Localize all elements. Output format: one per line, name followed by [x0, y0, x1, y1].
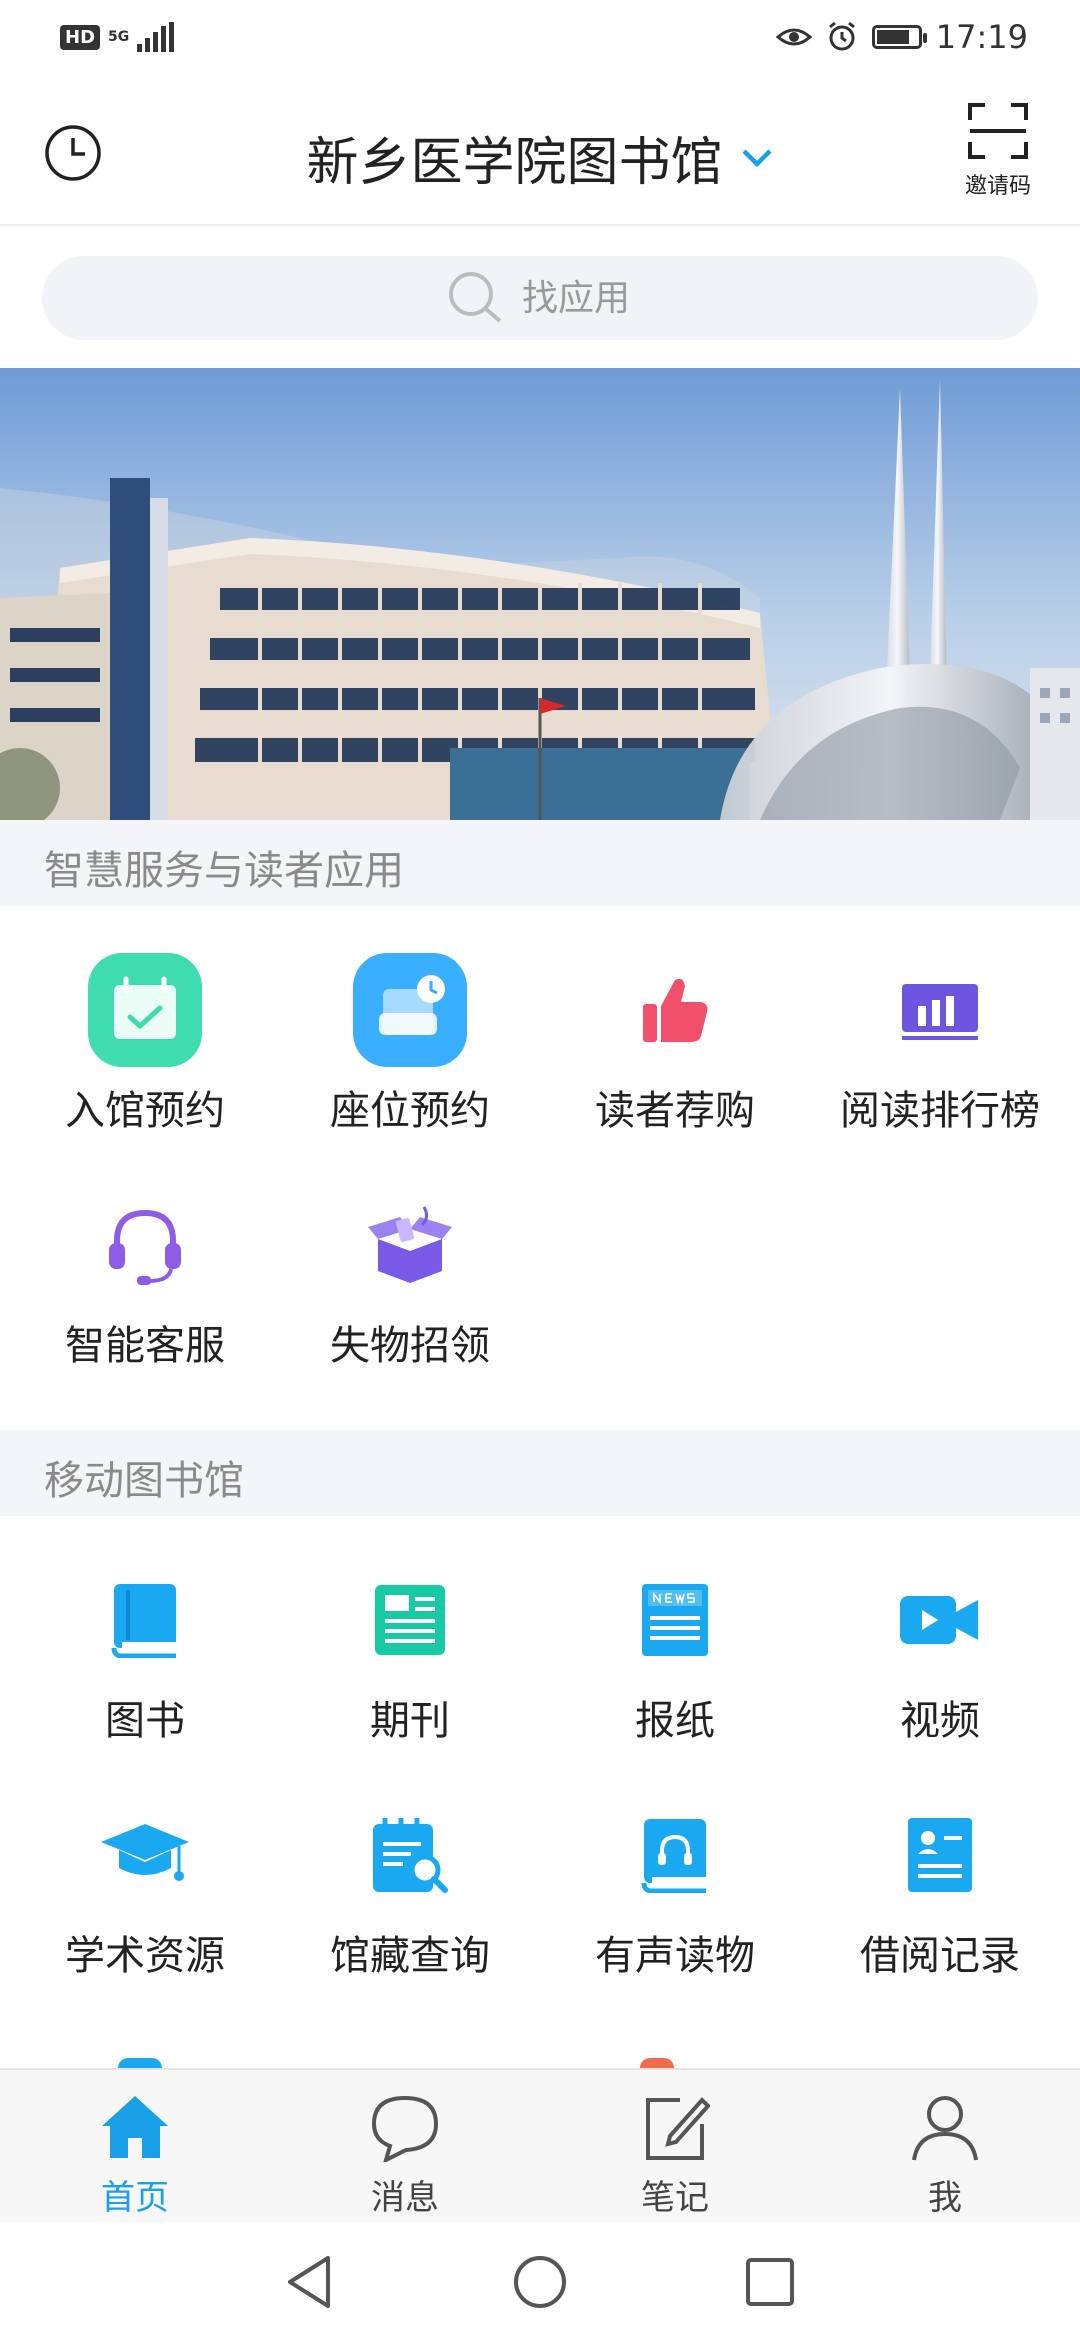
network-type: 5G: [108, 29, 130, 45]
app-lost-and-found[interactable]: 失物招领: [275, 1185, 545, 1385]
chat-bubble-icon: [371, 2095, 439, 2162]
seat-clock-icon: [353, 953, 467, 1067]
app-newspapers[interactable]: 报纸: [540, 1560, 810, 1760]
library-building-photo: [0, 368, 1080, 820]
section-header-smart-services: 智慧服务与读者应用: [0, 820, 1080, 906]
app-label: 借阅记录: [860, 1933, 1020, 1979]
top-bar: 新乡医学院图书馆 邀请码: [0, 80, 1080, 226]
tab-label: 首页: [101, 2178, 169, 2218]
calendar-check-icon: [88, 953, 202, 1067]
invite-code-label: 邀请码: [964, 174, 1031, 199]
app-label: 有声读物: [595, 1933, 755, 1979]
app-books[interactable]: 图书: [10, 1560, 280, 1760]
newspaper-icon: [642, 1584, 708, 1656]
status-time: 17:19: [935, 18, 1028, 56]
signal-icon: [137, 22, 175, 52]
search-area: [0, 228, 1080, 368]
hd-badge: HD: [60, 24, 101, 50]
app-label: 入馆预约: [65, 1088, 225, 1134]
search-input[interactable]: [520, 276, 634, 320]
app-label: 期刊: [370, 1698, 450, 1744]
network-indicator: HD 5G: [60, 22, 175, 52]
graduation-cap-icon: [101, 1824, 189, 1881]
app-label: 视频: [900, 1698, 980, 1744]
app-borrow-records[interactable]: 借阅记录: [805, 1795, 1075, 1995]
app-label: 学术资源: [65, 1933, 225, 1979]
invite-code-button[interactable]: 邀请码: [952, 102, 1044, 200]
section-title: 智慧服务与读者应用: [44, 848, 404, 894]
clipboard-search-icon: [373, 1818, 448, 1893]
app-seat-reservation[interactable]: 座位预约: [275, 950, 545, 1150]
app-label: 阅读排行榜: [840, 1088, 1040, 1134]
eye-icon: [775, 28, 812, 46]
app-label: 图书: [105, 1698, 185, 1744]
tab-label: 消息: [371, 2178, 439, 2218]
home-circle-icon[interactable]: [510, 2252, 570, 2312]
back-icon[interactable]: [280, 2252, 340, 2312]
tab-home[interactable]: 首页: [0, 2070, 270, 2224]
battery-icon: [871, 25, 927, 49]
home-icon: [102, 2096, 168, 2158]
next-row-peek: [0, 2050, 1080, 2068]
open-box-icon: [368, 1206, 452, 1283]
video-camera-icon: [900, 1596, 978, 1644]
app-label: 失物招领: [330, 1323, 490, 1369]
section-title: 移动图书馆: [44, 1458, 244, 1504]
id-card-icon: [908, 1818, 972, 1892]
tab-messages[interactable]: 消息: [270, 2070, 540, 2224]
app-icon-peek: [640, 2058, 674, 2068]
app-smart-service[interactable]: 智能客服: [10, 1185, 280, 1385]
scan-frame-icon: [968, 103, 1028, 159]
tab-notes[interactable]: 笔记: [540, 2070, 810, 2224]
tab-label: 笔记: [641, 2178, 709, 2218]
user-icon: [912, 2096, 978, 2161]
search-icon: [449, 272, 502, 323]
recents-icon[interactable]: [740, 2252, 800, 2312]
book-icon: [111, 1584, 176, 1658]
headset-icon: [109, 1209, 181, 1285]
app-entry-reservation[interactable]: 入馆预约: [10, 950, 280, 1150]
audio-book-icon: [641, 1819, 706, 1893]
alarm-icon: [828, 21, 855, 51]
app-reading-ranking[interactable]: 阅读排行榜: [805, 950, 1075, 1150]
app-journals[interactable]: 期刊: [275, 1560, 545, 1760]
app-videos[interactable]: 视频: [805, 1560, 1075, 1760]
app-label: 智能客服: [65, 1323, 225, 1369]
section-header-mobile-library: 移动图书馆: [0, 1430, 1080, 1516]
app-reader-recommend[interactable]: 读者荐购: [540, 950, 810, 1150]
status-bar: HD 5G 17:19: [0, 0, 1080, 80]
search-bar[interactable]: [42, 256, 1038, 340]
app-collection-search[interactable]: 馆藏查询: [275, 1795, 545, 1995]
thumbs-up-icon: [643, 978, 708, 1042]
journal-icon: [375, 1585, 445, 1655]
tab-me[interactable]: 我: [810, 2070, 1080, 2224]
banner-image[interactable]: [0, 368, 1080, 820]
app-label: 馆藏查询: [330, 1933, 490, 1979]
chevron-down-icon: [741, 148, 772, 167]
app-label: 报纸: [635, 1698, 715, 1744]
tab-label: 我: [928, 2178, 962, 2218]
edit-note-icon: [646, 2097, 710, 2160]
app-academic-resources[interactable]: 学术资源: [10, 1795, 280, 1995]
bar-chart-icon: [902, 984, 978, 1040]
app-label: 座位预约: [330, 1088, 490, 1134]
system-navigation-bar: [0, 2222, 1080, 2340]
app-audio-books[interactable]: 有声读物: [540, 1795, 810, 1995]
library-selector[interactable]: 新乡医学院图书馆: [0, 120, 1080, 195]
app-label: 读者荐购: [595, 1088, 755, 1134]
page-title: 新乡医学院图书馆: [306, 133, 723, 193]
app-icon-peek: [118, 2058, 162, 2068]
bottom-navigation: 首页 消息 笔记 我: [0, 2068, 1080, 2222]
